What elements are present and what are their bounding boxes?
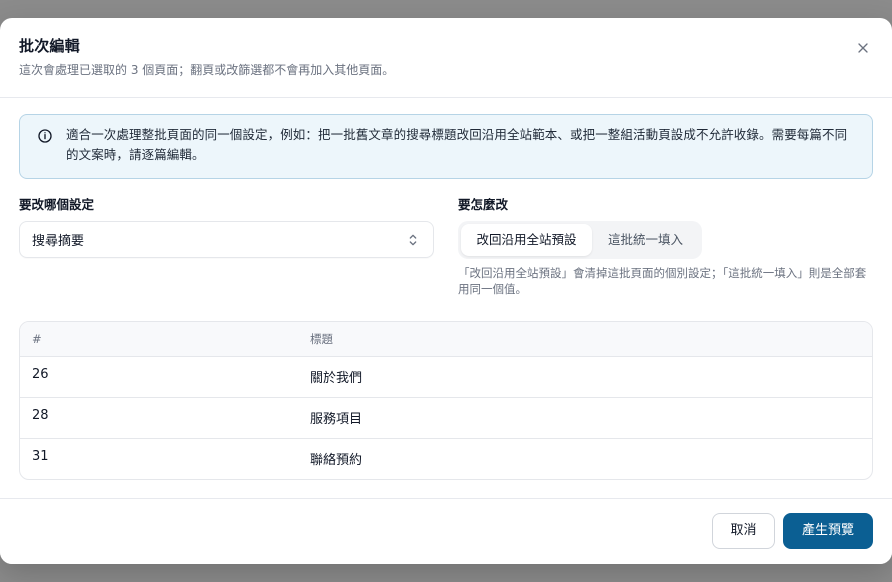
dialog-title: 批次編輯 — [19, 37, 80, 55]
setting-select[interactable]: 搜尋摘要 — [19, 221, 434, 258]
mode-option-fill-same-value[interactable]: 這批統一填入 — [598, 224, 693, 256]
info-alert: 適合一次處理整批頁面的同一個設定，例如：把一批舊文章的搜尋標題改回沿用全站範本、… — [19, 114, 873, 179]
row-id: 28 — [20, 397, 298, 439]
dialog-body: 適合一次處理整批頁面的同一個設定，例如：把一批舊文章的搜尋標題改回沿用全站範本、… — [0, 98, 892, 480]
row-title: 聯絡預約 — [310, 453, 363, 469]
close-button[interactable] — [853, 38, 873, 58]
info-text: 適合一次處理整批頁面的同一個設定，例如：把一批舊文章的搜尋標題改回沿用全站範本、… — [66, 127, 848, 162]
mode-option-restore-default[interactable]: 改回沿用全站預設 — [461, 224, 592, 256]
row-id: 26 — [20, 356, 298, 398]
mode-label: 要怎麼改 — [458, 197, 509, 212]
mode-column: 要怎麼改 改回沿用全站預設 這批統一填入 「改回沿用全站預設」會清掉這批頁面的個… — [458, 197, 873, 297]
setting-column: 要改哪個設定 搜尋摘要 — [19, 197, 434, 297]
row-id: 31 — [32, 448, 49, 464]
dialog-footer: 取消 產生預覽 — [0, 498, 892, 564]
column-header-title: 標題 — [298, 322, 872, 357]
setting-selected-value: 搜尋摘要 — [32, 234, 85, 249]
row-title: 服務項目 — [298, 397, 872, 439]
cancel-button[interactable]: 取消 — [712, 513, 775, 549]
settings-row: 要改哪個設定 搜尋摘要 要怎麼改 改回沿用全站預設 這批統一填入 「改回沿用全站… — [19, 197, 873, 297]
table-row: 28 服務項目 — [20, 397, 872, 439]
setting-label: 要改哪個設定 — [19, 197, 95, 212]
table-header-row: # 標題 — [20, 322, 872, 357]
dialog-subtitle: 這次會處理已選取的 3 個頁面；翻頁或改篩選都不會再加入其他頁面。 — [19, 63, 395, 77]
mode-segmented-control: 改回沿用全站預設 這批統一填入 — [458, 221, 702, 259]
table-row: 31 聯絡預約 — [20, 438, 872, 479]
selected-pages-table: # 標題 26 關於我們 28 服務項目 31 聯絡預約 — [19, 321, 873, 480]
table-row: 26 關於我們 — [20, 356, 872, 398]
dialog-header: 批次編輯 這次會處理已選取的 3 個頁面；翻頁或改篩選都不會再加入其他頁面。 — [0, 18, 892, 98]
batch-edit-dialog: 批次編輯 這次會處理已選取的 3 個頁面；翻頁或改篩選都不會再加入其他頁面。 適… — [0, 18, 892, 564]
row-title: 關於我們 — [298, 356, 872, 398]
generate-preview-button[interactable]: 產生預覽 — [783, 513, 873, 549]
close-icon — [853, 40, 873, 56]
chevrons-up-down-icon — [405, 232, 421, 248]
info-icon — [37, 128, 53, 144]
column-header-id: # — [20, 322, 298, 357]
mode-helper-text: 「改回沿用全站預設」會清掉這批頁面的個別設定；「這批統一填入」則是全部套用同一個… — [458, 266, 867, 296]
pages-table: # 標題 26 關於我們 28 服務項目 31 聯絡預約 — [20, 322, 872, 479]
